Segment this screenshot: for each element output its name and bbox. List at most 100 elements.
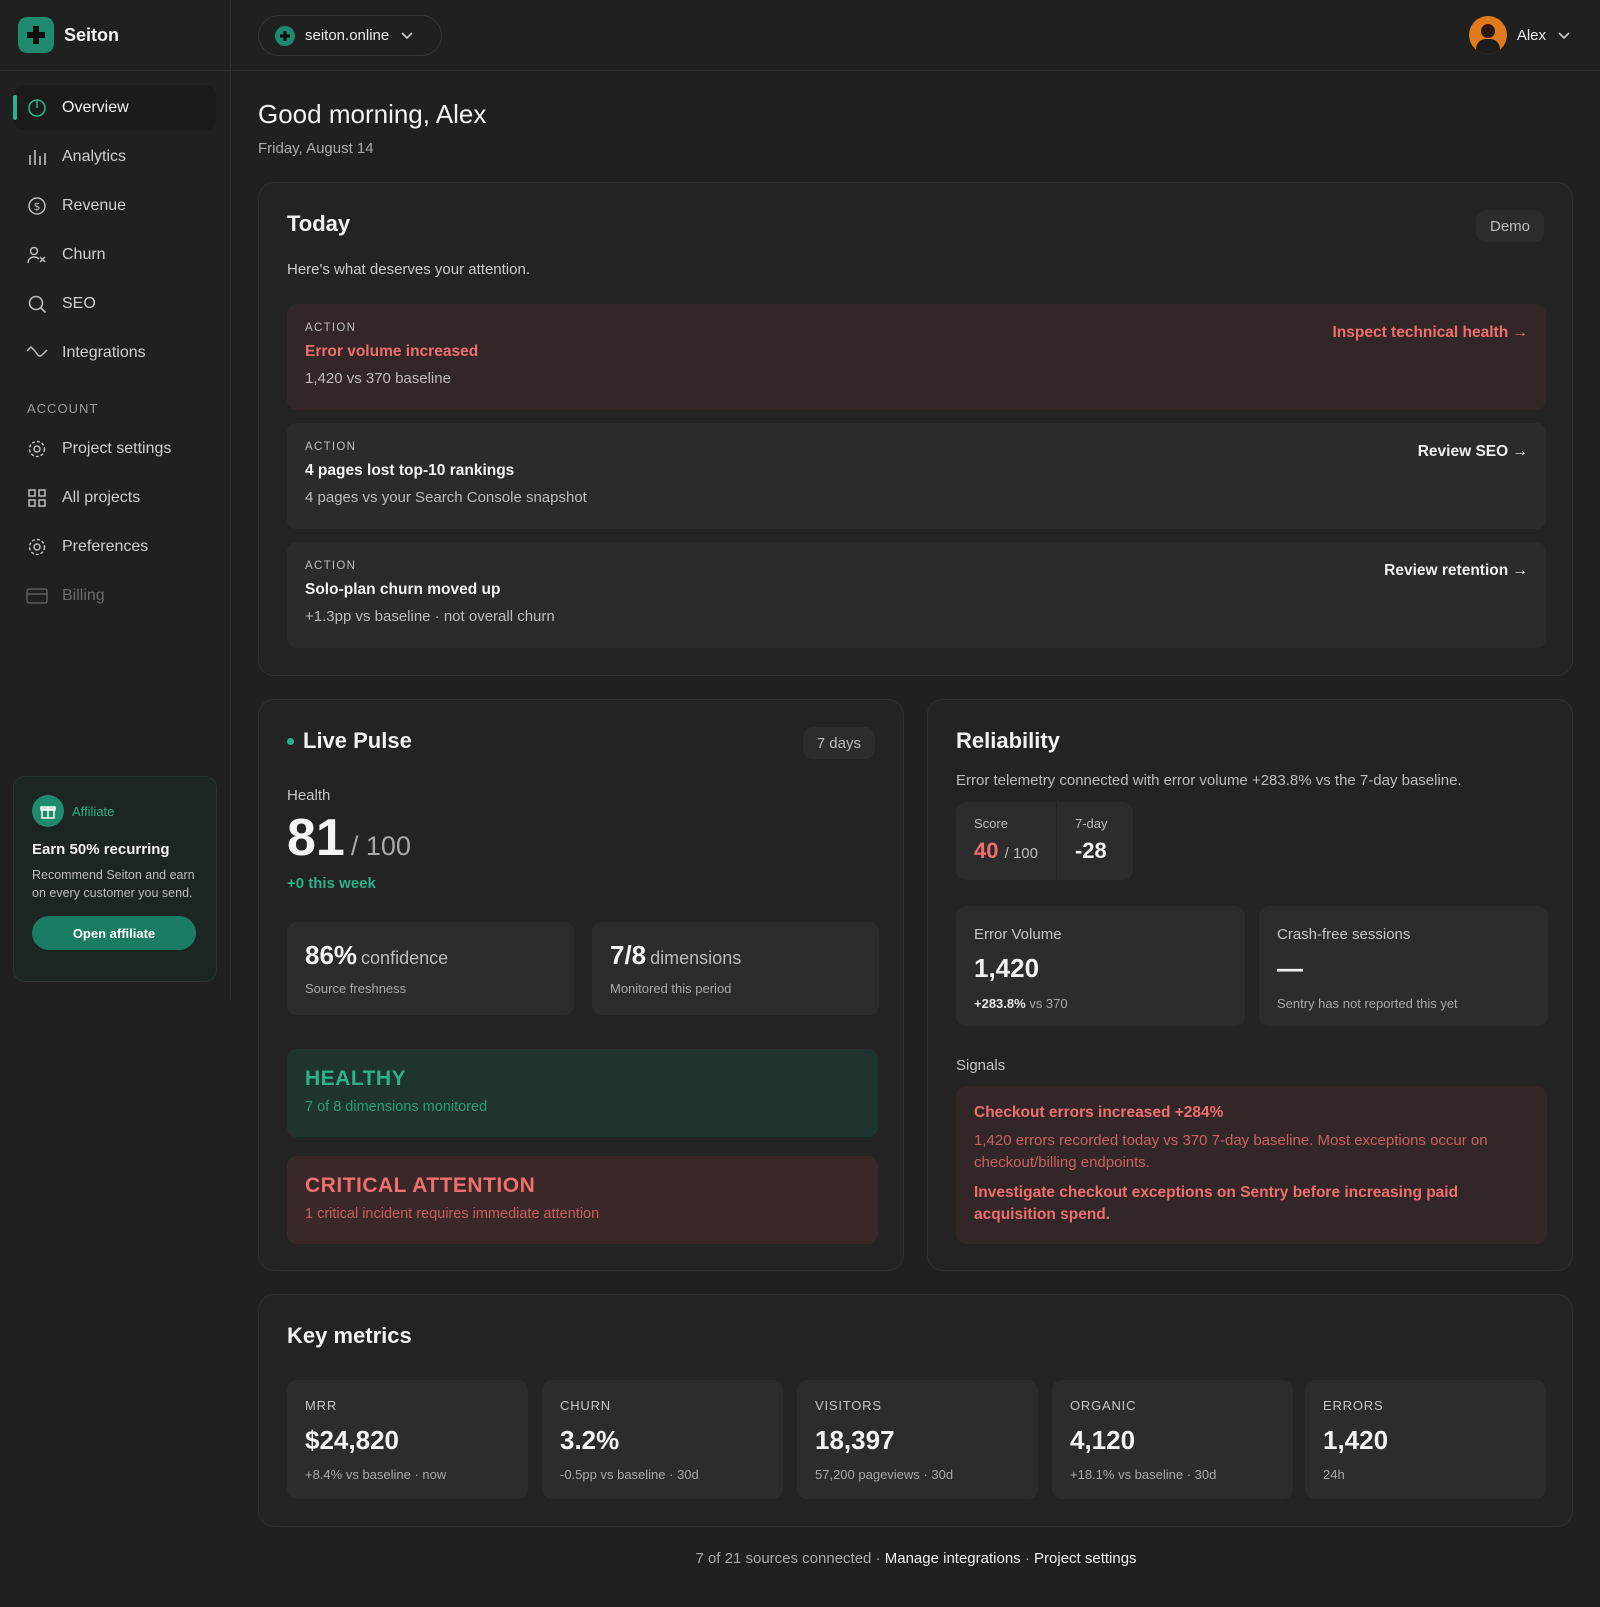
sidebar-item-label: SEO [62, 294, 96, 312]
metric-description: +18.1% vs baseline · 30d [1070, 1467, 1217, 1482]
gift-icon [32, 795, 64, 827]
action-description: 4 pages vs your Search Console snapshot [305, 489, 587, 506]
sidebar-item-overview[interactable]: Overview [13, 85, 216, 130]
chevron-down-icon [1558, 27, 1570, 44]
action-description: 1,420 vs 370 baseline [305, 370, 451, 387]
score-box: Score 40 / 100 7-day -28 [956, 802, 1133, 880]
metric-tile-errors[interactable]: ERRORS 1,420 24h [1305, 1380, 1546, 1499]
project-switcher[interactable]: seiton.online [258, 15, 442, 56]
error-volume-baseline: vs 370 [1029, 996, 1068, 1011]
signals-label: Signals [956, 1057, 1006, 1074]
metric-label: MRR [305, 1398, 338, 1413]
sidebar-item-churn[interactable]: Churn [14, 232, 216, 277]
sidebar-item-all-projects[interactable]: All projects [14, 475, 216, 520]
sidebar-item-label: Project settings [62, 439, 172, 457]
project-settings-link[interactable]: Project settings [1034, 1550, 1137, 1567]
health-label: Health [287, 787, 331, 804]
today-subtitle: Here's what deserves your attention. [287, 261, 530, 278]
reliability-subtitle: Error telemetry connected with error vol… [956, 772, 1462, 789]
metric-description: 24h [1323, 1467, 1345, 1482]
metric-tile-organic[interactable]: ORGANIC 4,120 +18.1% vs baseline · 30d [1052, 1380, 1293, 1499]
range-selector[interactable]: 7 days [802, 727, 875, 759]
sidebar-item-label: Analytics [62, 147, 127, 165]
today-title: Today [287, 211, 351, 236]
live-pulse-title: Live Pulse [303, 728, 412, 753]
signal-title: Checkout errors increased +284% [974, 1104, 1224, 1121]
sidebar-item-label: Overview [62, 98, 129, 116]
review-seo-link[interactable]: Review SEO → [1418, 443, 1528, 461]
user-remove-icon [26, 244, 48, 266]
footer-separator: · [1024, 1550, 1030, 1567]
metric-tile-mrr[interactable]: MRR $24,820 +8.4% vs baseline · now [287, 1380, 528, 1499]
error-volume-tile: Error Volume 1,420 +283.8% vs 370 [956, 906, 1245, 1026]
demo-badge: Demo [1475, 210, 1544, 242]
critical-title: CRITICAL ATTENTION [305, 1174, 536, 1197]
sidebar-item-seo[interactable]: SEO [14, 281, 216, 326]
action-description: +1.3pp vs baseline · not overall churn [305, 608, 555, 625]
sidebar-item-label: Integrations [62, 343, 146, 361]
error-volume-delta: +283.8% [974, 996, 1026, 1011]
inspect-technical-health-link[interactable]: Inspect technical health → [1332, 324, 1528, 342]
critical-status: CRITICAL ATTENTION 1 critical incident r… [287, 1156, 878, 1244]
sidebar-item-label: Revenue [62, 196, 127, 214]
sidebar-item-label: Preferences [62, 537, 149, 555]
project-icon [275, 25, 295, 46]
action-title: 4 pages lost top-10 rankings [305, 462, 515, 479]
affiliate-tag: Affiliate [72, 803, 115, 819]
sidebar-item-analytics[interactable]: Analytics [14, 134, 216, 179]
sidebar-item-revenue[interactable]: $ Revenue [14, 183, 216, 228]
action-label: ACTION [305, 441, 357, 453]
error-volume-label: Error Volume [974, 926, 1062, 943]
logo-icon [18, 17, 54, 53]
credit-card-icon [26, 585, 48, 607]
gear-icon [26, 438, 48, 460]
sidebar-item-integrations[interactable]: Integrations [14, 330, 216, 375]
metric-tile-churn[interactable]: CHURN 3.2% -0.5pp vs baseline · 30d [542, 1380, 783, 1499]
metric-tile-visitors[interactable]: VISITORS 18,397 57,200 pageviews · 30d [797, 1380, 1038, 1499]
live-pulse-card: Live Pulse 7 days Health 81 / 100 +0 thi… [258, 699, 904, 1271]
metric-description: 57,200 pageviews · 30d [815, 1467, 954, 1482]
healthy-title: HEALTHY [305, 1067, 407, 1090]
key-metrics-title: Key metrics [287, 1323, 412, 1348]
sidebar-item-billing[interactable]: Billing [14, 573, 216, 618]
user-menu[interactable]: Alex [1468, 16, 1570, 54]
sidebar-item-project-settings[interactable]: Project settings [14, 426, 216, 471]
project-name: seiton.online [305, 27, 390, 44]
metric-value: 18,397 [815, 1425, 895, 1455]
metric-value: 3.2% [560, 1425, 620, 1455]
score-label: Score [974, 816, 1008, 831]
action-label: ACTION [305, 560, 357, 572]
score-value: 40 [974, 838, 999, 863]
action-title: Error volume increased [305, 343, 479, 360]
avatar [1468, 16, 1507, 54]
review-retention-link[interactable]: Review retention → [1384, 562, 1528, 580]
score-max: / 100 [1004, 845, 1038, 862]
plug-icon [26, 342, 48, 364]
signal-action: Investigate checkout exceptions on Sentr… [974, 1184, 1459, 1223]
critical-description: 1 critical incident requires immediate a… [305, 1206, 600, 1222]
brand[interactable]: Seiton [0, 0, 230, 71]
gear-icon [26, 536, 48, 558]
week-value: -28 [1074, 838, 1107, 863]
metric-value: 1,420 [1323, 1425, 1389, 1455]
metric-label: ORGANIC [1070, 1398, 1137, 1413]
action-item: ACTION Solo-plan churn moved up +1.3pp v… [287, 542, 1546, 648]
metric-label: ERRORS [1323, 1398, 1384, 1413]
sidebar-item-label: All projects [62, 488, 141, 506]
crash-free-description: Sentry has not reported this yet [1277, 996, 1458, 1011]
error-volume-value: 1,420 [974, 953, 1040, 983]
signal-body: 1,420 errors recorded today vs 370 7-day… [974, 1132, 1488, 1171]
sidebar: Seiton Overview Analytics $ Revenue Chur… [0, 0, 231, 1000]
sidebar-item-label: Billing [62, 586, 105, 604]
crash-free-tile: Crash-free sessions — Sentry has not rep… [1259, 906, 1548, 1026]
sidebar-item-preferences[interactable]: Preferences [14, 524, 216, 569]
affiliate-card: Affiliate Earn 50% recurring Recommend S… [13, 776, 217, 982]
affiliate-title: Earn 50% recurring [32, 841, 170, 858]
dimensions-description: Monitored this period [610, 981, 732, 996]
chevron-down-icon [401, 27, 413, 44]
footer: 7 of 21 sources connected · Manage integ… [0, 1550, 1600, 1567]
manage-integrations-link[interactable]: Manage integrations [885, 1550, 1021, 1567]
sidebar-item-label: Churn [62, 245, 106, 263]
open-affiliate-button[interactable]: Open affiliate [32, 916, 196, 950]
confidence-tile: 86% confidence Source freshness [287, 922, 574, 1015]
